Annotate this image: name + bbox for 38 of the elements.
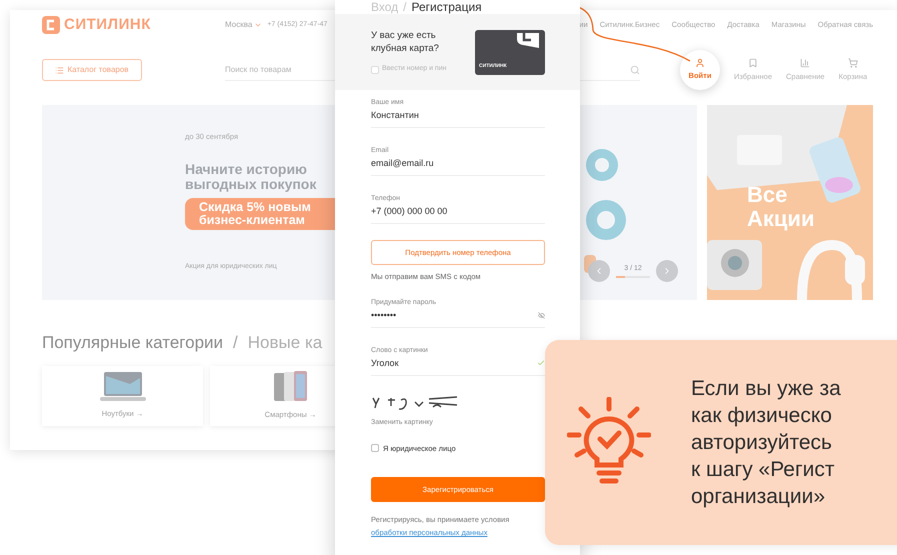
field-value: email@email.ru	[371, 157, 434, 170]
catalog-button[interactable]: Каталог товаров	[42, 59, 142, 81]
club-question: У вас уже есть клубная карта?	[371, 29, 440, 56]
list-icon	[55, 66, 64, 74]
compare-icon	[800, 58, 810, 68]
banner-title: Начните историю выгодных покупок	[185, 162, 316, 192]
category-tab[interactable]: Новые ка	[248, 330, 322, 356]
callout-line: как физическо	[691, 403, 833, 429]
logo-text: СИТИЛИНК	[64, 14, 151, 35]
chevron-icon	[254, 21, 262, 29]
cart-icon	[848, 58, 858, 68]
callout-line: авторизуйтесь	[691, 430, 833, 456]
city-selector[interactable]: Москва	[225, 19, 262, 31]
modal-tab[interactable]: Регистрация	[412, 0, 482, 14]
field-value: Константин	[371, 109, 419, 122]
card-emblem-icon	[517, 32, 539, 48]
search-placeholder: Поиск по товарам	[225, 64, 292, 76]
search-icon	[630, 64, 640, 74]
field-value: +7 (000) 000 00 00	[371, 205, 448, 218]
next-button[interactable]	[656, 260, 678, 282]
callout-line: к шагу «Регист	[691, 457, 836, 483]
hide-password-icon	[538, 312, 545, 319]
previous-button[interactable]	[588, 260, 610, 282]
checkbox[interactable]	[371, 66, 379, 74]
field-value: ••••••••	[371, 309, 396, 322]
modal-tab[interactable]: Вход	[371, 0, 398, 14]
user-icon	[695, 58, 705, 68]
category-tab[interactable]: Популярные категории	[42, 330, 224, 356]
bookmark-icon	[748, 58, 758, 68]
tab-separator: /	[233, 332, 238, 354]
callout-line: Если вы уже за	[691, 376, 841, 402]
logo-icon	[42, 16, 60, 34]
callout-line: организации»	[691, 484, 826, 510]
tab-separator: /	[403, 0, 406, 14]
checkbox[interactable]	[371, 444, 379, 452]
promo-tile[interactable]: Все Акции	[707, 105, 873, 300]
field-value: Уголок	[371, 357, 399, 370]
promo-title: Все Акции	[747, 183, 814, 231]
